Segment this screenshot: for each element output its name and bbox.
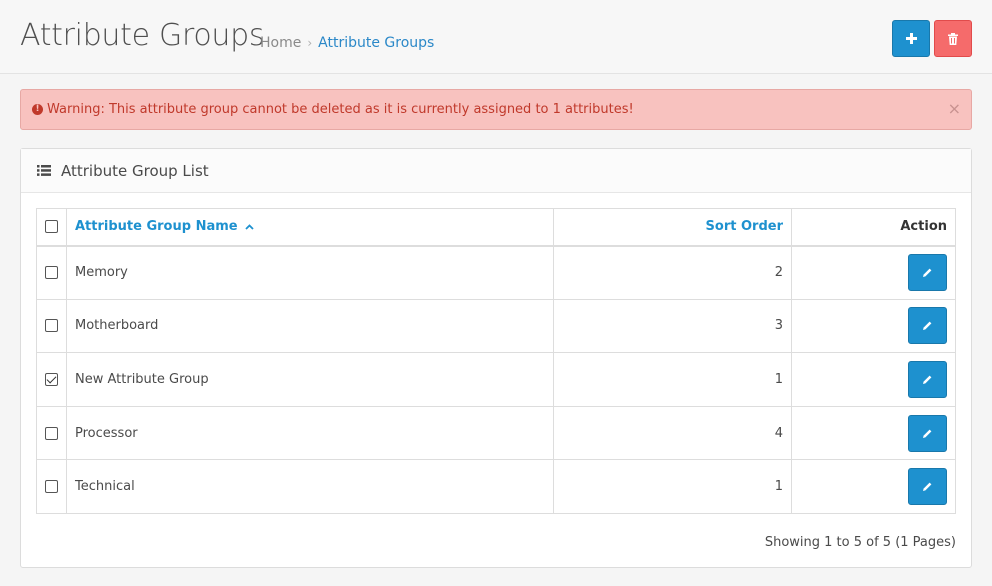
attribute-group-list-panel: Attribute Group List Attribute Group Nam… (20, 148, 972, 568)
table-row: Technical 1 (36, 459, 956, 514)
row-checkbox[interactable] (45, 372, 58, 386)
attribute-group-table: Attribute Group Name Sort Order Action M… (36, 208, 956, 514)
edit-button[interactable] (908, 414, 947, 452)
column-header-action: Action (791, 208, 956, 247)
alert-text: Warning: This attribute group cannot be … (47, 102, 634, 117)
panel-title: Attribute Group List (61, 161, 209, 180)
panel-heading: Attribute Group List (21, 149, 971, 193)
edit-button[interactable] (908, 360, 947, 398)
pencil-icon (923, 375, 932, 384)
page-header: Attribute Groups Home › Attribute Groups (0, 0, 992, 74)
table-row: Processor 4 (36, 405, 956, 461)
edit-button[interactable] (908, 468, 947, 506)
sort-by-name-link[interactable]: Attribute Group Name (75, 219, 254, 234)
list-icon (37, 165, 51, 176)
row-name: Technical (66, 459, 554, 514)
breadcrumb: Home › Attribute Groups (260, 35, 434, 51)
pencil-icon (923, 268, 932, 278)
trash-icon (948, 32, 958, 45)
breadcrumb-home-link[interactable]: Home (260, 35, 301, 51)
row-sort-order: 1 (553, 352, 792, 407)
row-name: Memory (66, 245, 554, 300)
page-title: Attribute Groups (20, 18, 265, 53)
breadcrumb-separator: › (307, 36, 313, 50)
row-checkbox[interactable] (45, 480, 58, 494)
add-new-button[interactable] (892, 20, 930, 57)
chevron-up-icon (245, 223, 254, 230)
alert-close-button[interactable]: × (948, 99, 961, 118)
row-sort-order: 1 (553, 459, 792, 514)
row-checkbox[interactable] (45, 319, 58, 333)
column-header-sort-order: Sort Order (553, 208, 792, 247)
plus-icon (905, 33, 917, 44)
select-all-cell (36, 208, 67, 247)
row-checkbox[interactable] (45, 426, 58, 440)
breadcrumb-current-link[interactable]: Attribute Groups (318, 35, 434, 51)
pencil-icon (923, 321, 932, 331)
edit-button[interactable] (908, 254, 947, 292)
row-checkbox[interactable] (45, 266, 58, 280)
table-row: Memory 2 (36, 245, 956, 300)
delete-button[interactable] (934, 20, 972, 57)
edit-button[interactable] (908, 307, 947, 345)
row-sort-order: 2 (553, 245, 792, 300)
table-header-row: Attribute Group Name Sort Order Action (36, 208, 956, 247)
row-name: Processor (66, 405, 554, 461)
pencil-icon (923, 482, 932, 492)
row-sort-order: 3 (553, 298, 792, 354)
table-row: New Attribute Group 1 (36, 352, 956, 407)
warning-alert: ! Warning: This attribute group cannot b… (20, 89, 972, 130)
sort-by-sort-order-link[interactable]: Sort Order (706, 219, 783, 234)
table-row: Motherboard 3 (36, 298, 956, 354)
select-all-checkbox[interactable] (45, 220, 58, 234)
row-sort-order: 4 (553, 405, 792, 461)
pencil-icon (923, 429, 932, 438)
pagination-summary: Showing 1 to 5 of 5 (1 Pages) (764, 535, 956, 550)
column-header-name: Attribute Group Name (66, 208, 554, 247)
row-name: Motherboard (66, 298, 554, 354)
row-name: New Attribute Group (66, 352, 554, 407)
exclamation-circle-icon: ! (32, 104, 43, 115)
